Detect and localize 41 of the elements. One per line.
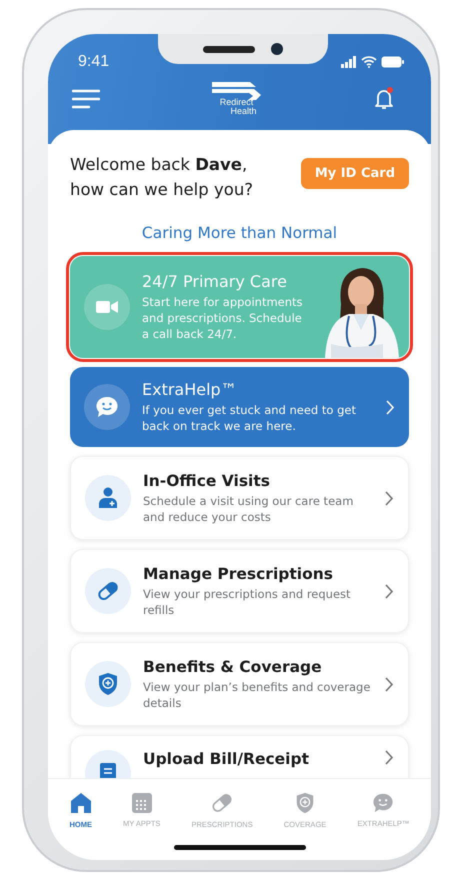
chevron-right-icon [385, 584, 394, 598]
card-description: View your prescriptions and request refills [143, 586, 352, 618]
card-title: 24/7 Primary Care [142, 272, 288, 291]
card-description: Schedule a visit using our care team and reduce your costs [143, 492, 354, 524]
card-description: If you ever get stuck and need to get back on track we are here. [142, 402, 357, 434]
bell-icon[interactable] [373, 87, 395, 111]
chevron-right-icon [386, 400, 395, 414]
id-card-button[interactable]: My ID Card [300, 158, 409, 189]
calendar-icon [132, 792, 152, 812]
person-plus-icon [98, 487, 118, 509]
pill-icon [211, 792, 234, 814]
smiley-chat-icon [373, 792, 394, 812]
service-card[interactable]: In-Office Visits Schedule a visit using our care team and reduce your costs [70, 456, 409, 540]
video-camera-icon [96, 300, 118, 314]
logo: Redirect Health [212, 82, 262, 116]
wifi-icon [361, 56, 377, 68]
shield-plus-icon [295, 792, 316, 814]
battery-icon [381, 56, 405, 68]
home-icon [70, 792, 92, 814]
chevron-right-icon [385, 750, 394, 765]
card-title: In-Office Visits [143, 472, 272, 490]
service-card[interactable]: ExtraHelp™ If you ever get stuck and need to get back on track we are here. [70, 367, 409, 447]
tagline: Caring More than Normal [140, 224, 338, 242]
service-card[interactable]: Manage Prescriptions View your prescriptions and request refills [70, 549, 409, 633]
chevron-right-icon [385, 490, 394, 506]
card-title: ExtraHelp™ [142, 380, 238, 399]
service-card[interactable]: Upload Bill/Receipt [70, 735, 409, 778]
card-title: Manage Prescriptions [143, 564, 334, 582]
card-description: Start here for appointments and prescriptions. Schedule a call back 24/7. [142, 294, 304, 342]
chevron-right-icon [385, 676, 394, 692]
pill-icon [97, 580, 119, 602]
shield-plus-icon [98, 672, 118, 696]
menu-icon[interactable] [72, 89, 100, 109]
card-title: Upload Bill/Receipt [143, 750, 310, 768]
welcome-text: Welcome back Dave, how can we help you? [70, 154, 254, 201]
signal-icon [341, 56, 357, 68]
smiley-chat-icon [96, 396, 118, 418]
card-title: Benefits & Coverage [143, 658, 323, 676]
service-card[interactable]: Benefits & Coverage View your plan’s benefits and coverage details [70, 642, 409, 726]
card-description: View your plan’s benefits and coverage details [143, 678, 372, 710]
status-time: 9:41 [78, 53, 110, 71]
